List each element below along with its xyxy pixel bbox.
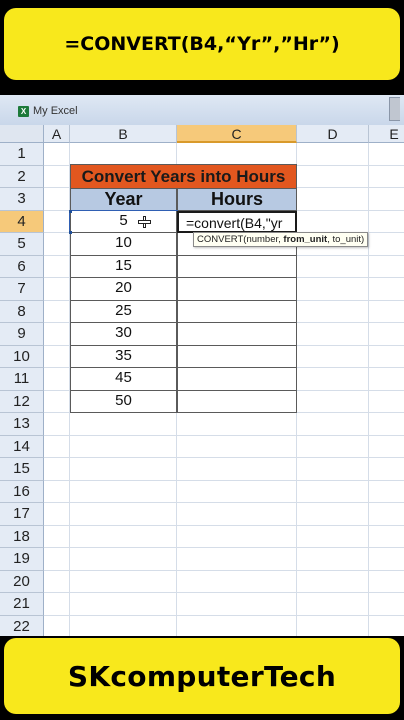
row-header-2[interactable]: 2 xyxy=(0,165,44,188)
formula-edit-cell[interactable]: =convert(B4,"yr xyxy=(177,210,297,233)
top-banner-text: =CONVERT(B4,“Yr”,”Hr”) xyxy=(64,33,340,55)
hours-cell[interactable] xyxy=(177,278,297,301)
row-header-12[interactable]: 12 xyxy=(0,390,44,413)
year-header-cell[interactable]: Year xyxy=(70,188,177,211)
year-cell[interactable]: 50 xyxy=(70,390,177,413)
row-gridline xyxy=(44,502,404,503)
column-header-b[interactable]: B xyxy=(70,125,177,143)
column-header-c[interactable]: C xyxy=(177,125,297,143)
year-cell[interactable]: 20 xyxy=(70,278,177,301)
row-header-16[interactable]: 16 xyxy=(0,480,44,503)
column-header-d[interactable]: D xyxy=(297,125,369,143)
row-gridline xyxy=(44,569,404,571)
table-title-cell[interactable]: Convert Years into Hours xyxy=(70,163,297,190)
year-cell[interactable]: 10 xyxy=(70,233,177,256)
row-header-22[interactable]: 22 xyxy=(0,615,44,636)
hours-cell[interactable] xyxy=(177,300,297,323)
row-header-14[interactable]: 14 xyxy=(0,435,44,458)
bottom-banner-text: SKcomputerTech xyxy=(67,659,337,693)
top-banner: =CONVERT(B4,“Yr”,”Hr”) xyxy=(4,8,400,80)
row-gridline xyxy=(44,524,404,526)
year-cell[interactable]: 35 xyxy=(70,345,177,368)
row-gridline xyxy=(44,457,404,458)
title-bar: X My Excel xyxy=(0,95,404,126)
row-header-15[interactable]: 15 xyxy=(0,458,44,481)
row-header-11[interactable]: 11 xyxy=(0,368,44,391)
year-cell[interactable]: 45 xyxy=(70,368,177,391)
column-header-e[interactable]: E xyxy=(369,125,404,143)
year-cell[interactable]: 30 xyxy=(70,323,177,346)
function-tooltip: CONVERT(number, from_unit, to_unit) xyxy=(193,232,369,247)
mouse-cursor-icon xyxy=(138,215,151,228)
row-header-8[interactable]: 8 xyxy=(0,300,44,323)
row-header-21[interactable]: 21 xyxy=(0,593,44,616)
window-title: My Excel xyxy=(33,105,78,117)
row-header-19[interactable]: 19 xyxy=(0,548,44,571)
excel-icon: X xyxy=(18,106,29,117)
row-header-13[interactable]: 13 xyxy=(0,413,44,436)
row-header-10[interactable]: 10 xyxy=(0,345,44,368)
year-cell[interactable]: 5 xyxy=(69,209,178,234)
row-gridline xyxy=(44,614,404,616)
tooltip-current-arg: from_unit xyxy=(283,234,328,245)
hours-cell[interactable] xyxy=(177,368,297,391)
select-all-corner[interactable] xyxy=(0,125,44,143)
row-gridline xyxy=(44,592,404,593)
column-gridline xyxy=(368,143,369,636)
column-header-a[interactable]: A xyxy=(44,125,70,143)
row-gridline xyxy=(44,434,404,436)
row-gridline xyxy=(44,547,404,548)
year-cell[interactable]: 25 xyxy=(70,300,177,323)
year-cell[interactable]: 15 xyxy=(70,255,177,278)
bottom-banner: SKcomputerTech xyxy=(4,638,400,714)
row-header-9[interactable]: 9 xyxy=(0,323,44,346)
selection-handle xyxy=(69,209,72,213)
row-header-20[interactable]: 20 xyxy=(0,570,44,593)
row-header-1[interactable]: 1 xyxy=(0,143,44,166)
row-header-3[interactable]: 3 xyxy=(0,188,44,211)
row-header-18[interactable]: 18 xyxy=(0,525,44,548)
row-header-17[interactable]: 17 xyxy=(0,503,44,526)
hours-header-cell[interactable]: Hours xyxy=(177,188,297,211)
excel-window: X My Excel A B C D E 1 2 3 4 5 6 7 8 9 10 11 12 13 14 15 16 1… xyxy=(0,95,404,636)
spreadsheet-grid: A B C D E 1 2 3 4 5 6 7 8 9 10 11 12 13 14 15 16 17 18 19 20 21 22… xyxy=(0,125,404,636)
hours-cell[interactable] xyxy=(177,323,297,346)
row-header-6[interactable]: 6 xyxy=(0,255,44,278)
tooltip-function-name: CONVERT(number, xyxy=(197,234,284,245)
hours-cell[interactable] xyxy=(177,345,297,368)
row-header-4[interactable]: 4 xyxy=(0,210,44,233)
selection-handle xyxy=(69,231,72,234)
hours-cell[interactable] xyxy=(177,390,297,413)
row-header-7[interactable]: 7 xyxy=(0,278,44,301)
row-gridline xyxy=(44,479,404,481)
tooltip-rest-args: , to_unit) xyxy=(327,234,365,245)
row-header-5[interactable]: 5 xyxy=(0,233,44,256)
hours-cell[interactable] xyxy=(177,255,297,278)
window-control-button[interactable] xyxy=(389,97,400,121)
